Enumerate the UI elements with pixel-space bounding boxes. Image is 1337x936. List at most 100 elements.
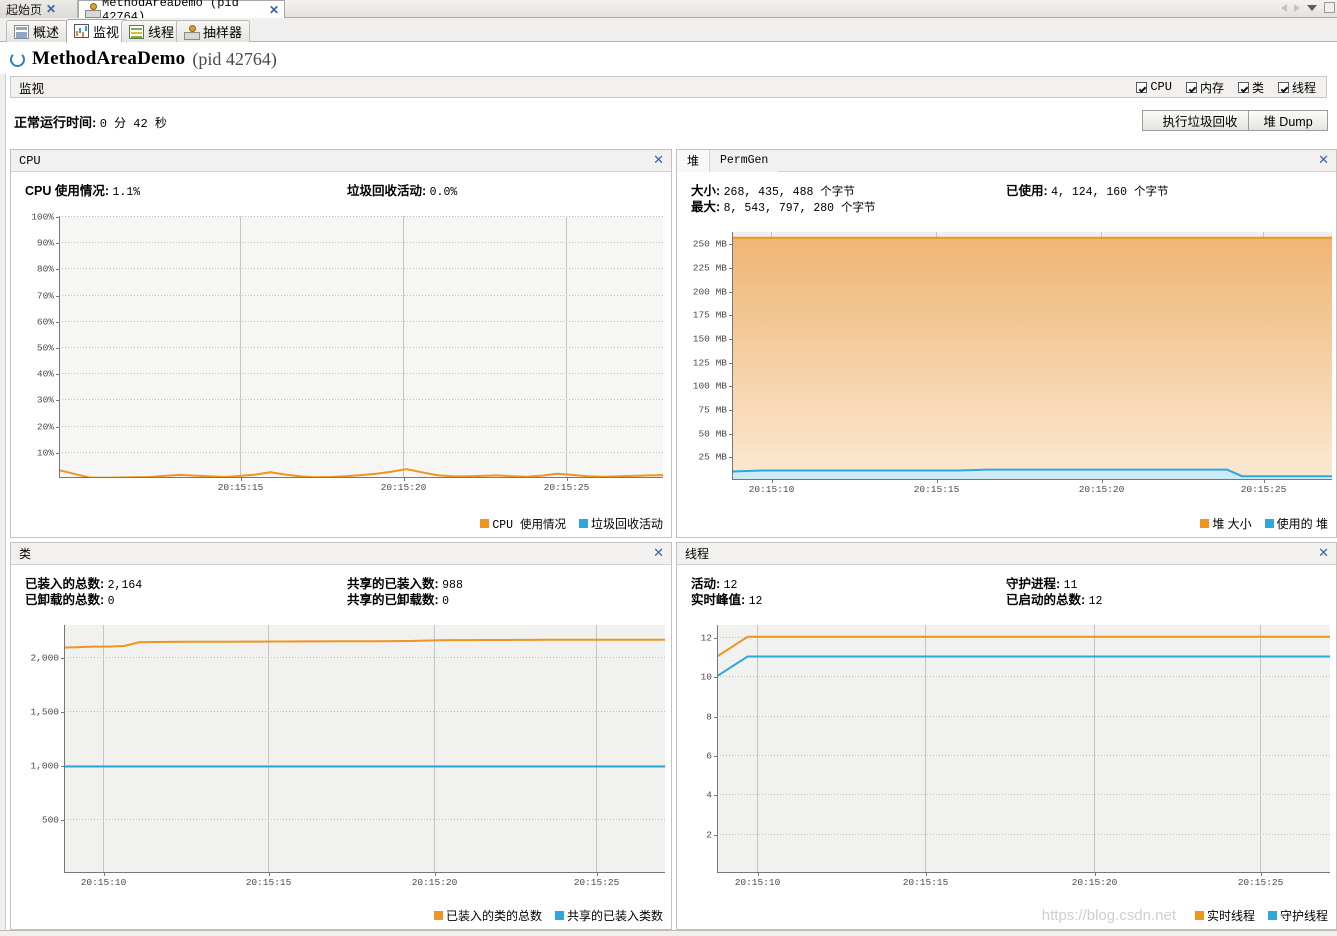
legend-item-daemon-threads: 守护线程 <box>1268 907 1328 924</box>
close-icon[interactable]: ✕ <box>1318 153 1329 166</box>
cpu-panel: CPU ✕ CPU 使用情况: 1.1% 垃圾回收活动: 0.0% 10%20%… <box>10 149 672 538</box>
x-axis-tick-label: 20:15:20 <box>1072 877 1118 888</box>
x-axis-tick-label: 20:15:10 <box>81 877 127 888</box>
y-axis-tick-label: 10% <box>37 447 54 458</box>
gc-activity-value: 0.0% <box>430 186 458 199</box>
sampler-icon <box>184 25 199 39</box>
x-axis-tick-mark <box>597 873 598 876</box>
y-axis-tick-label: 2,000 <box>30 652 59 663</box>
y-axis-tick-label: 6 <box>706 750 712 761</box>
document-tab-methodareademo[interactable]: MethodAreaDemo (pid 42764) ✕ <box>78 0 285 18</box>
heap-panel: 堆 PermGen ✕ 大小: 268, 435, 488 个字节 已使用: 4… <box>676 149 1337 538</box>
close-icon[interactable]: ✕ <box>269 4 279 16</box>
series-line <box>717 637 1330 657</box>
x-axis-tick-label: 20:15:20 <box>412 877 458 888</box>
legend-label: 实时线程 <box>1207 907 1255 924</box>
y-axis-tick-label: 250 MB <box>693 238 727 249</box>
tab-overview[interactable]: 概述 <box>6 20 67 42</box>
legend-swatch-icon <box>1268 911 1277 920</box>
x-axis-tick-label: 20:15:25 <box>574 877 620 888</box>
x-axis-tick-mark <box>758 873 759 876</box>
watermark: https://blog.csdn.net <box>1042 907 1176 924</box>
y-axis-tick-label: 12 <box>701 632 712 643</box>
checkbox-icon <box>1278 82 1289 93</box>
x-axis-tick-label: 20:15:25 <box>1238 877 1284 888</box>
close-icon[interactable]: ✕ <box>653 153 664 166</box>
threads-panel-title: 线程 <box>677 545 709 562</box>
x-axis-tick-mark <box>937 480 938 483</box>
heap-tab[interactable]: 堆 <box>677 150 710 172</box>
classes-shared-unloaded-value: 0 <box>442 595 449 608</box>
legend-item-classes-loaded: 已装入的类的总数 <box>434 907 542 924</box>
legend-item-classes-shared: 共享的已装入类数 <box>555 907 663 924</box>
close-icon[interactable]: ✕ <box>46 3 56 15</box>
legend-label: 共享的已装入类数 <box>567 907 663 924</box>
x-axis-tick-mark <box>1261 873 1262 876</box>
heap-dump-button[interactable]: 堆 Dump <box>1248 110 1328 131</box>
tab-list-dropdown-icon[interactable] <box>1307 5 1317 11</box>
classes-chart-legend: 已装入的类的总数 共享的已装入类数 <box>434 907 663 924</box>
threads-chart[interactable]: 2468101220:15:1020:15:1520:15:2020:15:25 <box>677 617 1336 901</box>
stat-row: CPU 使用情况: 1.1% 垃圾回收活动: 0.0% <box>25 180 671 196</box>
x-axis-tick-mark <box>104 873 105 876</box>
cpu-panel-header: CPU ✕ <box>11 150 671 172</box>
checkbox-classes[interactable]: 类 <box>1238 79 1264 96</box>
x-axis-tick-label: 20:15:15 <box>903 877 949 888</box>
checkbox-label: 内存 <box>1200 79 1224 96</box>
checkbox-threads[interactable]: 线程 <box>1278 79 1316 96</box>
x-axis-tick-label: 20:15:15 <box>246 877 292 888</box>
threads-chart-legend: 实时线程 守护线程 <box>1195 907 1328 924</box>
perform-gc-button[interactable]: 执行垃圾回收 <box>1142 110 1258 131</box>
x-axis-tick-mark <box>772 480 773 483</box>
tab-monitor[interactable]: 监视 <box>66 19 127 43</box>
close-icon[interactable]: ✕ <box>653 546 664 559</box>
cpu-chart[interactable]: 10%20%30%40%50%60%70%80%90%100%20:15:152… <box>11 208 671 508</box>
page-title: MethodAreaDemo (pid 42764) <box>0 44 1337 74</box>
document-tab-start-page[interactable]: 起始页 ✕ <box>0 0 78 18</box>
heap-chart[interactable]: 25 MB50 MB75 MB100 MB125 MB150 MB175 MB2… <box>677 224 1336 508</box>
close-icon[interactable]: ✕ <box>1318 546 1329 559</box>
legend-swatch-icon <box>555 911 564 920</box>
legend-label: 垃圾回收活动 <box>591 515 663 532</box>
tab-label: 抽样器 <box>203 22 242 41</box>
prev-tab-icon[interactable] <box>1281 4 1287 12</box>
permgen-tab[interactable]: PermGen <box>710 150 778 172</box>
maximize-icon[interactable] <box>1324 2 1335 13</box>
legend-label: 使用的 堆 <box>1277 515 1328 532</box>
y-axis-tick-label: 80% <box>37 263 54 274</box>
threads-panel-header: 线程 ✕ <box>677 543 1336 565</box>
stat-row: 最大: 8, 543, 797, 280 个字节 <box>691 196 1336 212</box>
cpu-usage-label: CPU 使用情况: <box>25 184 109 198</box>
y-axis-tick-label: 50% <box>37 342 54 353</box>
x-axis-tick-mark <box>1095 873 1096 876</box>
x-axis-tick-mark <box>435 873 436 876</box>
y-axis-tick-label: 90% <box>37 237 54 248</box>
checkbox-memory[interactable]: 内存 <box>1186 79 1224 96</box>
heap-panel-header: 堆 PermGen ✕ <box>677 150 1336 172</box>
y-axis-tick-label: 10 <box>701 671 712 682</box>
x-axis-tick-label: 20:15:10 <box>735 877 781 888</box>
y-axis-tick-label: 225 MB <box>693 262 727 273</box>
checkbox-label: CPU <box>1150 80 1172 94</box>
x-axis-tick-label: 20:15:25 <box>1241 484 1287 495</box>
threads-peak-value: 12 <box>749 595 763 608</box>
y-axis-tick-label: 150 MB <box>693 333 727 344</box>
plot-svg <box>732 232 1332 480</box>
legend-item-live-threads: 实时线程 <box>1195 907 1255 924</box>
application-name: MethodAreaDemo <box>32 48 185 70</box>
classes-unloaded-value: 0 <box>108 595 115 608</box>
tab-threads[interactable]: 线程 <box>121 20 182 42</box>
tab-label: 线程 <box>148 22 174 41</box>
series-area <box>732 238 1332 480</box>
tab-sampler[interactable]: 抽样器 <box>176 20 250 42</box>
legend-swatch-icon <box>1200 519 1209 528</box>
heap-max-label: 最大: <box>691 200 720 214</box>
y-axis-tick-label: 60% <box>37 316 54 327</box>
uptime-label: 正常运行时间: <box>14 115 96 130</box>
x-axis-tick-mark <box>404 478 405 481</box>
threads-panel: 线程 ✕ 活动: 12 守护进程: 11 实时峰值: 12 已启动的总数: 12… <box>676 542 1337 930</box>
checkbox-cpu[interactable]: CPU <box>1136 80 1172 94</box>
next-tab-icon[interactable] <box>1294 4 1300 12</box>
legend-label: CPU 使用情况 <box>492 516 566 532</box>
classes-chart[interactable]: 5001,0001,5002,00020:15:1020:15:1520:15:… <box>11 617 671 901</box>
